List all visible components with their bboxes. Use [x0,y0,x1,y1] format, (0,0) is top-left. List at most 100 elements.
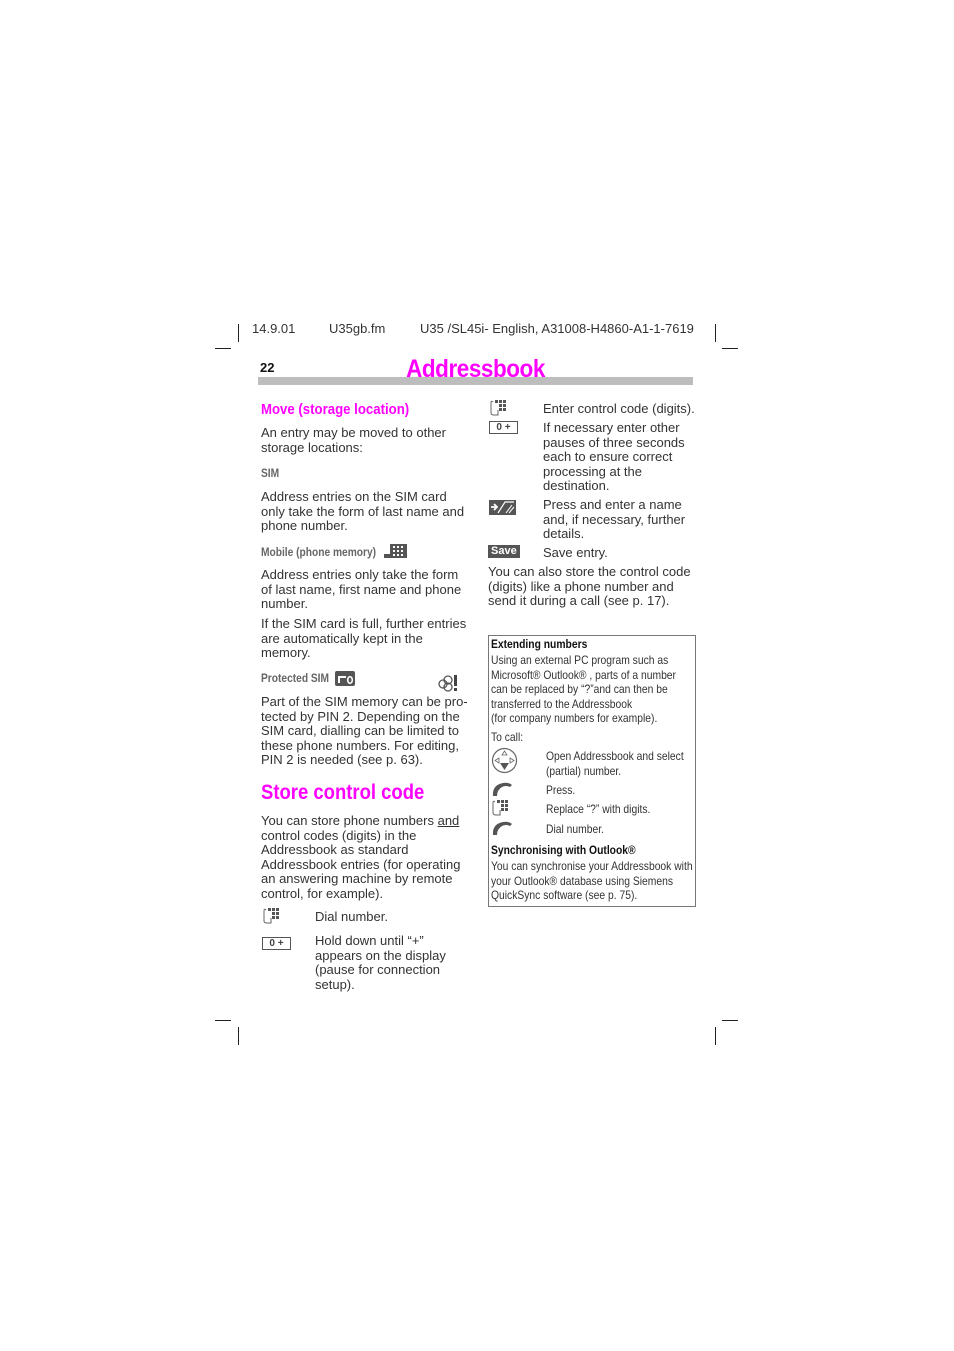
text-line: phone number. [261,518,348,534]
text-line: An entry may be moved to other [261,425,446,440]
sim-full-text: If the SIM card is full, further entries… [261,616,467,661]
navigation-key-icon [491,747,518,774]
call-key-icon [492,782,512,796]
text-line: Addressbook as standard [261,842,409,858]
text-line: only take the form of last name and [261,503,465,519]
text-line: are automatically kept in the [261,630,423,646]
text-line: Address entries on the SIM card [261,489,447,504]
text-line: Using an external PC program such as [491,653,669,667]
text-line: processing at the [543,463,643,479]
text-line: control codes (digits) in the [261,827,417,843]
text-line: appears on the display [315,947,446,963]
step-text: Press and enter a name and, if necessary… [543,497,686,542]
text-line: storage locations: [261,439,363,455]
mobile-text: Address entries only take the form of la… [261,567,462,612]
crop-mark [722,1020,738,1021]
text-line: Part of the SIM memory can be pro- [261,694,468,709]
step-text: Replace “?” with digits. [546,802,651,816]
box-heading-extending-numbers: Extending numbers [491,637,588,651]
protected-sim-icon [335,671,355,686]
control-code-note: You can also store the control code (dig… [488,564,691,609]
step-text: Enter control code (digits). [543,401,695,416]
key-zero-plus-icon: 0 + [489,421,518,434]
phone-memory-icon [384,544,407,558]
to-call-label: To call: [491,730,524,744]
text-line: (partial) number. [546,763,622,778]
text-line: Press and enter a name [543,497,682,512]
text-line: (pause for connection [315,962,441,978]
step-text: Dial number. [546,822,604,836]
text-line: tected by PIN 2. Depending on the [261,708,460,724]
step-text: Save entry. [543,545,608,560]
text-line: QuickSync software (see p. 75). [491,888,638,903]
step-text: Dial number. [315,909,388,924]
header-doc-id: U35 /SL45i- English, A31008-H4860-A1-1-7… [420,321,694,336]
crop-mark [238,324,239,342]
text-line: and, if necessary, further [543,511,686,527]
header-date: 14.9.01 [252,321,296,336]
text-line: your Outlook® database using Siemens [491,873,674,888]
text-line: You can synchronise your Addressbook wit… [491,859,693,873]
crop-mark [715,324,716,342]
step-text: Press. [546,783,576,797]
synchronising-text: You can synchronise your Addressbook wit… [491,859,693,903]
text-line: these phone numbers. For editing, [261,737,460,753]
protected-sim-text: Part of the SIM memory can be pro- tecte… [261,694,468,768]
text-line: (digits) like a phone number and [488,578,674,594]
text-line: pauses of three seconds [543,434,685,450]
text-line: memory. [261,645,311,661]
crop-mark [715,1027,716,1045]
text-line: number. [261,596,308,612]
text-line: setup). [315,976,355,992]
crop-mark [215,348,231,349]
text-line: If the SIM card is full, further entries [261,616,467,631]
softkey-new-entry-icon [489,500,516,515]
subheading-sim: SIM [261,466,280,480]
page-number: 22 [260,360,275,375]
text-line: Open Addressbook and select [546,749,684,763]
text-line: Microsoft® Outlook® , parts of a number [491,667,676,682]
step-text: If necessary enter other pauses of three… [543,420,685,494]
crop-mark [722,348,738,349]
text-line: of last name, first name and phone [261,581,462,597]
text-line: (for company numbers for example). [491,711,658,726]
text-line: can be replaced by “?”and can then be [491,682,668,697]
text-line: details. [543,526,585,542]
keypad-icon [263,908,279,924]
crop-mark [215,1020,231,1021]
text-line: Address entries only take the form [261,567,459,582]
text-line: SIM card, dialling can be limited to [261,723,459,739]
text-line: transferred to the Addressbook [491,696,633,711]
move-intro: An entry may be moved to other storage l… [261,425,446,455]
store-intro: You can store phone numbers and control … [261,813,461,902]
box-heading-synchronising: Synchronising with Outlook® [491,843,636,857]
text-line: control, for example). [261,885,384,901]
page-title: Addressbook [406,355,545,383]
header-file: U35gb.fm [329,321,386,336]
keypad-icon [490,400,506,416]
step-text: Open Addressbook and select (partial) nu… [546,749,684,778]
network-dependent-icon [438,675,457,692]
sim-text: Address entries on the SIM card only tak… [261,489,465,534]
text-line: Hold down until “+” [315,933,424,948]
section-heading-store-control-code: Store control code [261,781,425,804]
text-line: an answering machine by remote [261,871,453,887]
subheading-protected-sim: Protected SIM [261,671,330,685]
crop-mark [238,1027,239,1045]
text-line: send it during a call (see p. 17). [488,593,670,609]
text-line: destination. [543,478,610,494]
text-line: each to ensure correct [543,449,673,465]
text-line: You can also store the control code [488,564,691,579]
keypad-icon [492,800,508,816]
subheading-mobile: Mobile (phone memory) [261,545,377,559]
call-key-icon [492,821,512,835]
text-line: Addressbook entries (for operating [261,856,461,872]
step-text: Hold down until “+” appears on the displ… [315,933,446,992]
key-zero-plus-icon: 0 + [262,937,291,950]
text-fragment: You can store phone numbers [261,813,438,828]
extending-numbers-text: Using an external PC program such as Mic… [491,653,676,726]
underlined-word: and [437,813,460,828]
text-line: PIN 2 is needed (see p. 63). [261,752,423,768]
text-line: If necessary enter other [543,420,680,435]
text-line: You can store phone numbers and [261,813,460,829]
